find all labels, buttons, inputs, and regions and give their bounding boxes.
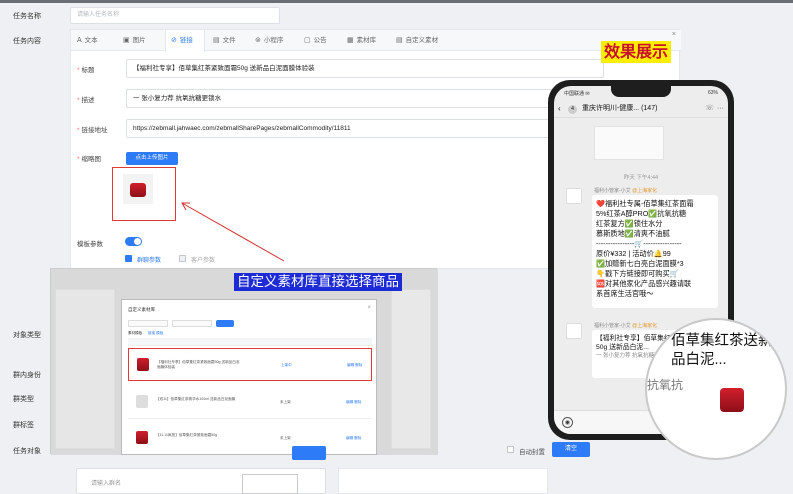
task-object-label: 任务对象 (13, 448, 41, 455)
modal-search-button[interactable] (216, 320, 234, 327)
material-library-modal: 自定义素材库 × 素材模板 链接 模板 【福利社专享】佰草集红茶紧致面霜50g … (121, 299, 377, 455)
modal-tab-label: 素材模板 (128, 331, 143, 335)
tab-file[interactable]: ▤ 文件 (213, 30, 251, 51)
zoom-title: 佰草集红茶送新品白泥... (671, 333, 773, 368)
voice-icon[interactable]: ◉ (562, 417, 573, 428)
desc-label: * 描述 (77, 97, 95, 104)
desc-input[interactable]: 一 张小复力荐 抗氧抗糖更锁水 (126, 89, 604, 108)
top-bar (0, 0, 793, 3)
chat-count: (147) (641, 105, 658, 112)
chat-title: 重庆许明川-健康... (581, 105, 640, 112)
sender-name: 福利小管家-小艾 (594, 188, 631, 194)
upload-image-button[interactable]: 点击上传图片 (126, 152, 178, 165)
zoom-circle: 佰草集红茶送新品白泥... 抗氧抗 (645, 318, 787, 460)
tab-link[interactable]: ⊘ 链接 (165, 30, 205, 52)
task-name-input[interactable]: 请输入任务名称 (70, 7, 280, 24)
modal-row[interactable]: 【11.11疯抢】佰草集红茶紧致面霜50g 未上架 编辑 删除 (128, 422, 372, 455)
link-icon: ⊘ (171, 37, 177, 44)
object-type-label: 对象类型 (13, 332, 41, 339)
product-thumb-icon (136, 431, 148, 444)
material-icon: ▦ (347, 37, 354, 44)
zoom-desc: 抗氧抗 (647, 378, 684, 392)
confirm-button[interactable] (292, 446, 326, 460)
task-content-label: 任务内容 (13, 38, 41, 45)
tab-miniprogram[interactable]: ⊚ 小程序 (255, 30, 301, 51)
url-label: * 链接地址 (77, 127, 108, 134)
modal-tab-hint: 链接 模板 (148, 331, 164, 335)
file-icon: ▤ (213, 37, 220, 44)
sender-avatar (566, 323, 582, 339)
previous-message-card (594, 126, 664, 160)
tab-image[interactable]: ▣ 图片 (123, 30, 161, 51)
tab-text[interactable]: A 文本 (77, 30, 115, 51)
modal-table-header (128, 338, 372, 346)
selected-members-box (338, 468, 548, 494)
custom-icon: ▤ (396, 37, 403, 44)
group-param-checkbox[interactable] (125, 255, 132, 262)
title-label: * 标题 (77, 67, 95, 74)
sender-tag: @上海家化 (632, 188, 658, 194)
sender-avatar (566, 188, 582, 204)
clear-button[interactable]: 清空 (552, 442, 590, 457)
image-icon: ▣ (123, 37, 130, 44)
modal-title: 自定义素材库 (128, 307, 155, 312)
text-icon: A (77, 37, 82, 44)
text-message-bubble: ❤️福利社专属-佰草集红茶面霜 5%红茶A醇PRO✅抗氧抗糖 红茶复方✅锁住水分… (592, 195, 718, 308)
thumbnail-preview[interactable] (112, 167, 176, 221)
battery-status: 63% (707, 90, 718, 96)
content-tabs: A 文本 ▣ 图片 ⊘ 链接 ▤ 文件 ⊚ 小程序 ▢ 公告 ▦ 素材库 ▤ 自定义素材 (71, 30, 681, 52)
overlay-caption: 自定义素材库直接选择商品 (234, 273, 402, 291)
tab-notice[interactable]: ▢ 公告 (304, 30, 342, 51)
miniprogram-icon: ⊚ (255, 37, 261, 44)
group-identity-label: 群内身份 (13, 372, 41, 379)
pointer-arrow (181, 202, 285, 262)
carrier-status: 中国联通 ✉ (564, 91, 590, 97)
task-name-label: 任务名称 (13, 13, 41, 20)
effect-title: 效果展示 (601, 41, 672, 63)
group-param-label: 群聊参数 (137, 258, 162, 264)
modal-close-icon[interactable]: × (367, 305, 371, 311)
back-icon[interactable]: ‹ (558, 100, 561, 118)
modal-row-selected[interactable]: 【福利社专享】佰草集红茶紧致面霜50g 送新品白泥面膜体验装 上架中 编辑 删除 (128, 348, 372, 381)
auto-pin-checkbox[interactable] (507, 446, 514, 453)
material-library-screenshot: 自定义素材库 × 素材模板 链接 模板 【福利社专享】佰草集红茶紧致面霜50g … (50, 268, 438, 455)
title-input[interactable]: 【福利社专享】佰草集红茶紧致面霜50g 送新品白泥面膜体验装 (126, 59, 604, 78)
template-param-label: 模板参数 (77, 241, 103, 248)
group-tag-label: 群标签 (13, 422, 34, 429)
chat-header: ‹ 4 重庆许明川-健康... (147) ☏ ··· (554, 100, 728, 118)
url-input[interactable]: https://zebmall.jahwaec.com/zebmallShare… (126, 119, 604, 138)
thumb-label: * 缩略图 (77, 156, 102, 163)
product-thumb-icon (137, 358, 149, 371)
group-type-label: 群类型 (13, 396, 34, 403)
zoom-product-image (720, 388, 744, 412)
unread-badge: 4 (568, 105, 577, 114)
product-thumb-icon (136, 395, 148, 408)
member-list-box (242, 474, 298, 494)
modal-filter-input[interactable] (172, 320, 212, 327)
modal-row[interactable]: 【双11】佰草集红茶精华水100ml 送新品白泥面膜 未上架 编辑 删除 (128, 386, 372, 419)
notice-icon: ▢ (304, 37, 311, 44)
more-icon[interactable]: ··· (717, 100, 724, 118)
chat-timestamp: 昨天 下午4:44 (623, 175, 659, 181)
product-jar-image (130, 183, 146, 197)
auto-pin-label: 自动封置 (519, 449, 545, 456)
tab-material-lib[interactable]: ▦ 素材库 (347, 30, 389, 51)
mute-icon: ☏ (705, 105, 714, 112)
modal-filter-select[interactable] (128, 320, 168, 327)
close-icon[interactable]: × (672, 31, 676, 38)
template-param-toggle[interactable] (125, 237, 142, 246)
tab-custom-material[interactable]: ▤ 自定义素材 (396, 30, 456, 51)
